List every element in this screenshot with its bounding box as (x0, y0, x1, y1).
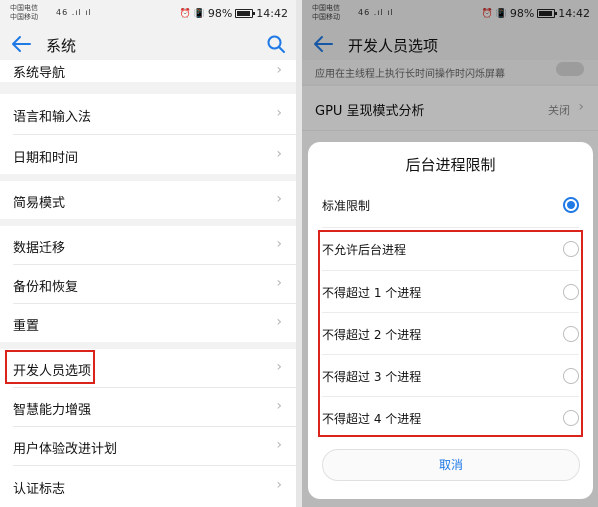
back-arrow-icon[interactable] (10, 34, 32, 54)
item-label: 智慧能力增强 (13, 403, 92, 418)
carrier-2: 中国移动 (10, 13, 38, 21)
item-label: 系统导航 (13, 66, 66, 81)
status-bar: 中国电信 中国移动 46 .ıl ıl ⏰ 📳 98% 14:42 (0, 0, 296, 28)
highlight-box-developer-options (5, 350, 95, 384)
chevron-right-icon: › (276, 314, 282, 330)
app-header: 系统 (0, 28, 296, 60)
item-label: 简易模式 (13, 196, 66, 211)
item-label: 语言和输入法 (13, 110, 92, 125)
screenshot-composite: 中国电信 中国移动 46 .ıl ıl ⏰ 📳 98% 14:42 系统 系统导… (0, 0, 598, 507)
background-process-limit-dialog: 后台进程限制 标准限制 不允许后台进程 不得超过 1 个进程 不得超过 2 个进… (308, 142, 593, 499)
item-label: 重置 (13, 319, 40, 334)
item-label: 认证标志 (13, 482, 66, 497)
chevron-right-icon: › (276, 275, 282, 291)
chevron-right-icon: › (276, 191, 282, 207)
clock: 14:42 (256, 7, 288, 20)
system-settings-screen: 中国电信 中国移动 46 .ıl ıl ⏰ 📳 98% 14:42 系统 系统导… (0, 0, 296, 507)
settings-item-certification[interactable]: 认证标志 › (0, 466, 296, 507)
carrier-info: 中国电信 中国移动 (10, 4, 38, 22)
settings-item-backup-restore[interactable]: 备份和恢复 › (0, 265, 296, 303)
chevron-right-icon: › (276, 62, 282, 78)
chevron-right-icon: › (276, 477, 282, 493)
cancel-button[interactable]: 取消 (322, 449, 580, 481)
dialog-title: 后台进程限制 (405, 156, 496, 174)
option-standard-limit[interactable]: 标准限制 (308, 184, 593, 226)
settings-item-ux-improvement[interactable]: 用户体验改进计划 › (0, 427, 296, 465)
item-label: 备份和恢复 (13, 280, 79, 295)
chevron-right-icon: › (276, 236, 282, 252)
signal-icon: 46 .ıl ıl (56, 8, 92, 17)
settings-item-date-time[interactable]: 日期和时间 › (0, 135, 296, 174)
chevron-right-icon: › (276, 105, 282, 121)
highlight-box-limit-options (318, 230, 583, 437)
page-title: 系统 (46, 37, 77, 55)
status-right: ⏰ 📳 98% 14:42 (180, 7, 288, 20)
settings-item-reset[interactable]: 重置 › (0, 304, 296, 342)
chevron-right-icon: › (276, 398, 282, 414)
settings-group-data: 数据迁移 › 备份和恢复 › 重置 › (0, 226, 296, 342)
chevron-right-icon: › (276, 146, 282, 162)
settings-group-language-date: 语言和输入法 › 日期和时间 › (0, 94, 296, 174)
settings-item-language[interactable]: 语言和输入法 › (0, 94, 296, 134)
radio-selected-icon[interactable] (563, 197, 579, 213)
item-label: 用户体验改进计划 (13, 442, 118, 457)
item-label: 日期和时间 (13, 151, 79, 166)
battery-icon (235, 9, 256, 18)
alarm-vibrate-icon: ⏰ 📳 (179, 8, 205, 19)
settings-item-data-migration[interactable]: 数据迁移 › (0, 226, 296, 264)
settings-item-smart-enhance[interactable]: 智慧能力增强 › (0, 388, 296, 426)
battery-percent: 98% (207, 7, 233, 20)
chevron-right-icon: › (276, 359, 282, 375)
option-label: 标准限制 (322, 199, 371, 213)
settings-item-simple-mode[interactable]: 简易模式 › (0, 181, 296, 219)
chevron-right-icon: › (276, 437, 282, 453)
search-icon[interactable] (266, 34, 286, 54)
settings-item-system-nav[interactable]: 系统导航 › (0, 60, 296, 82)
developer-options-screen: 中国电信 中国移动 46 .ıl ıl ⏰ 📳 98% 14:42 开发人员选项… (302, 0, 598, 507)
item-label: 数据迁移 (13, 241, 66, 256)
carrier-1: 中国电信 (10, 4, 38, 12)
